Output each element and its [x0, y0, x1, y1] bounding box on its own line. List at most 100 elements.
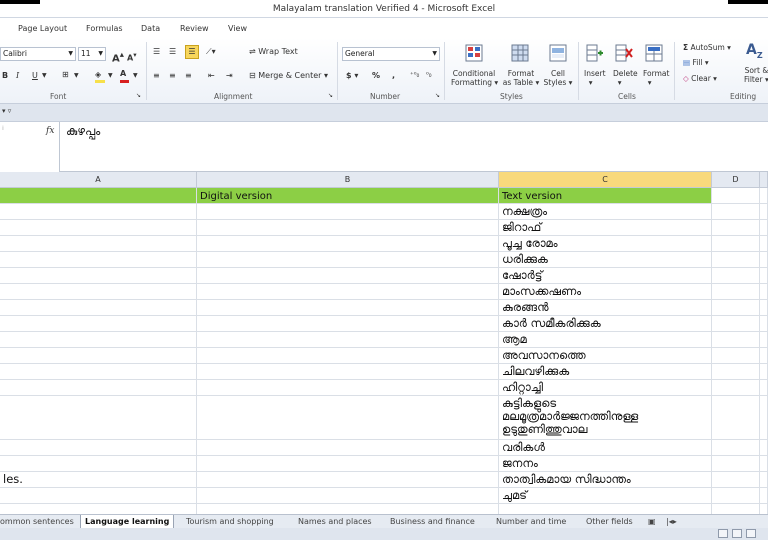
- cell-c[interactable]: ധരിക്കുക: [499, 252, 712, 267]
- cell-styles-button[interactable]: Cell Styles ▾: [541, 69, 575, 87]
- cell-b[interactable]: [197, 380, 499, 395]
- cell-e[interactable]: [760, 364, 768, 379]
- cell-d[interactable]: [712, 188, 760, 203]
- cell-c[interactable]: പൂച്ച രോമം: [499, 236, 712, 251]
- sheet-tab-names-and-places[interactable]: Names and places: [298, 515, 372, 529]
- cell-d[interactable]: [712, 316, 760, 331]
- align-center-icon[interactable]: ≡: [169, 70, 176, 82]
- cell-a[interactable]: [0, 440, 197, 455]
- cell-d[interactable]: [712, 252, 760, 267]
- font-name-combo[interactable]: Calibri ▼: [0, 47, 76, 61]
- cell-b[interactable]: [197, 284, 499, 299]
- insert-cells-icon[interactable]: [586, 44, 604, 62]
- cell-d[interactable]: [712, 456, 760, 471]
- align-right-icon[interactable]: ≡: [185, 70, 192, 82]
- cell-c[interactable]: കുട്ടികളുടെ മലമൂത്രമാർജ്ജനത്തിനുള്ള ഉടുത…: [499, 396, 712, 439]
- cell-b[interactable]: [197, 396, 499, 439]
- align-bottom-icon[interactable]: ☰: [185, 45, 199, 59]
- cell-e[interactable]: [760, 204, 768, 219]
- clear-button[interactable]: ◇ Clear ▾: [683, 74, 717, 83]
- cell-e[interactable]: [760, 380, 768, 395]
- cell-a[interactable]: [0, 316, 197, 331]
- cell-c[interactable]: ചുമട്: [499, 488, 712, 503]
- tab-view[interactable]: View: [228, 24, 247, 33]
- worksheet-grid[interactable]: Digital version Text version നക്ഷത്രം ജിറാഫ…: [0, 188, 768, 514]
- fill-button[interactable]: ▤ Fill ▾: [683, 58, 709, 67]
- chevron-down-icon[interactable]: ▼: [74, 70, 79, 82]
- cell-e[interactable]: [760, 348, 768, 363]
- cell-b[interactable]: [197, 316, 499, 331]
- decrease-indent-icon[interactable]: ⇤: [208, 70, 215, 82]
- sheet-tab-common-sentences[interactable]: ommon sentences: [0, 515, 74, 529]
- cell-d[interactable]: [712, 268, 760, 283]
- cell-b[interactable]: [197, 252, 499, 267]
- cell-b[interactable]: [197, 440, 499, 455]
- chevron-down-icon[interactable]: ▼: [108, 70, 113, 82]
- cell-e[interactable]: [760, 440, 768, 455]
- cell-c[interactable]: കുരങ്ങൻ: [499, 300, 712, 315]
- format-button[interactable]: Format ▾: [643, 69, 669, 87]
- fill-color-icon[interactable]: ◈: [95, 69, 105, 83]
- cell-b[interactable]: Digital version: [197, 188, 499, 203]
- normal-view-icon[interactable]: [718, 529, 728, 538]
- cell-c[interactable]: കാർ സമീകരിക്കുക: [499, 316, 712, 331]
- cell-c[interactable]: മാംസക്കഷണം: [499, 284, 712, 299]
- cell-a[interactable]: [0, 252, 197, 267]
- column-header-b[interactable]: B: [197, 172, 499, 188]
- merge-center-button[interactable]: ⊟ Merge & Center ▾: [249, 70, 328, 82]
- underline-button[interactable]: U: [32, 70, 38, 82]
- insert-button[interactable]: Insert ▾: [584, 69, 606, 87]
- cell-c[interactable]: നക്ഷത്രം: [499, 204, 712, 219]
- cell-c[interactable]: ആമ: [499, 332, 712, 347]
- cell-d[interactable]: [712, 380, 760, 395]
- cell-a[interactable]: [0, 268, 197, 283]
- cell-c[interactable]: താത്വികമായ സിദ്ധാന്തം: [499, 472, 712, 487]
- page-break-view-icon[interactable]: [746, 529, 756, 538]
- delete-button[interactable]: Delete ▾: [613, 69, 638, 87]
- page-layout-view-icon[interactable]: [732, 529, 742, 538]
- cell-b[interactable]: [197, 472, 499, 487]
- cell-d[interactable]: [712, 300, 760, 315]
- dialog-launcher-icon[interactable]: ↘: [136, 92, 141, 99]
- sheet-tab-business-and-finance[interactable]: Business and finance: [390, 515, 475, 529]
- tab-formulas[interactable]: Formulas: [86, 24, 123, 33]
- cell-d[interactable]: [712, 236, 760, 251]
- sort-filter-button[interactable]: Sort & Filter ▾: [744, 66, 768, 84]
- font-size-combo[interactable]: 11 ▼: [78, 47, 106, 61]
- cell-e[interactable]: [760, 188, 768, 203]
- cell-e[interactable]: [760, 316, 768, 331]
- delete-cells-icon[interactable]: [615, 44, 633, 62]
- chevron-down-icon[interactable]: ▼: [133, 70, 138, 82]
- cell-e[interactable]: [760, 236, 768, 251]
- cell-e[interactable]: [760, 284, 768, 299]
- conditional-formatting-icon[interactable]: [465, 44, 483, 62]
- cell-c[interactable]: Text version: [499, 188, 712, 203]
- cell-a[interactable]: [0, 364, 197, 379]
- cell-b[interactable]: [197, 348, 499, 363]
- cell-d[interactable]: [712, 364, 760, 379]
- cell-a[interactable]: [0, 300, 197, 315]
- currency-button[interactable]: $ ▾: [346, 70, 358, 82]
- bold-button[interactable]: B: [2, 70, 8, 82]
- cell-c[interactable]: ജനനം: [499, 456, 712, 471]
- cell-d[interactable]: [712, 472, 760, 487]
- chevron-down-icon[interactable]: ▾ ▿: [2, 107, 11, 115]
- cell-a[interactable]: [0, 188, 197, 203]
- cell-e[interactable]: [760, 300, 768, 315]
- cell-styles-icon[interactable]: [549, 44, 567, 62]
- cell-d[interactable]: [712, 284, 760, 299]
- column-header-a[interactable]: A: [0, 172, 197, 188]
- cell-d[interactable]: [712, 332, 760, 347]
- cell-a[interactable]: [0, 220, 197, 235]
- cell-d[interactable]: [712, 440, 760, 455]
- sort-filter-icon[interactable]: AZ: [746, 42, 763, 60]
- cell-b[interactable]: [197, 268, 499, 283]
- cell-b[interactable]: [197, 504, 499, 514]
- column-header-c[interactable]: C: [499, 172, 712, 188]
- cell-b[interactable]: [197, 456, 499, 471]
- italic-button[interactable]: I: [16, 70, 19, 82]
- scroll-bar-left-icon[interactable]: |◂▸: [666, 515, 677, 529]
- cell-d[interactable]: [712, 488, 760, 503]
- sheet-tab-number-and-time[interactable]: Number and time: [496, 515, 566, 529]
- cell-a[interactable]: [0, 456, 197, 471]
